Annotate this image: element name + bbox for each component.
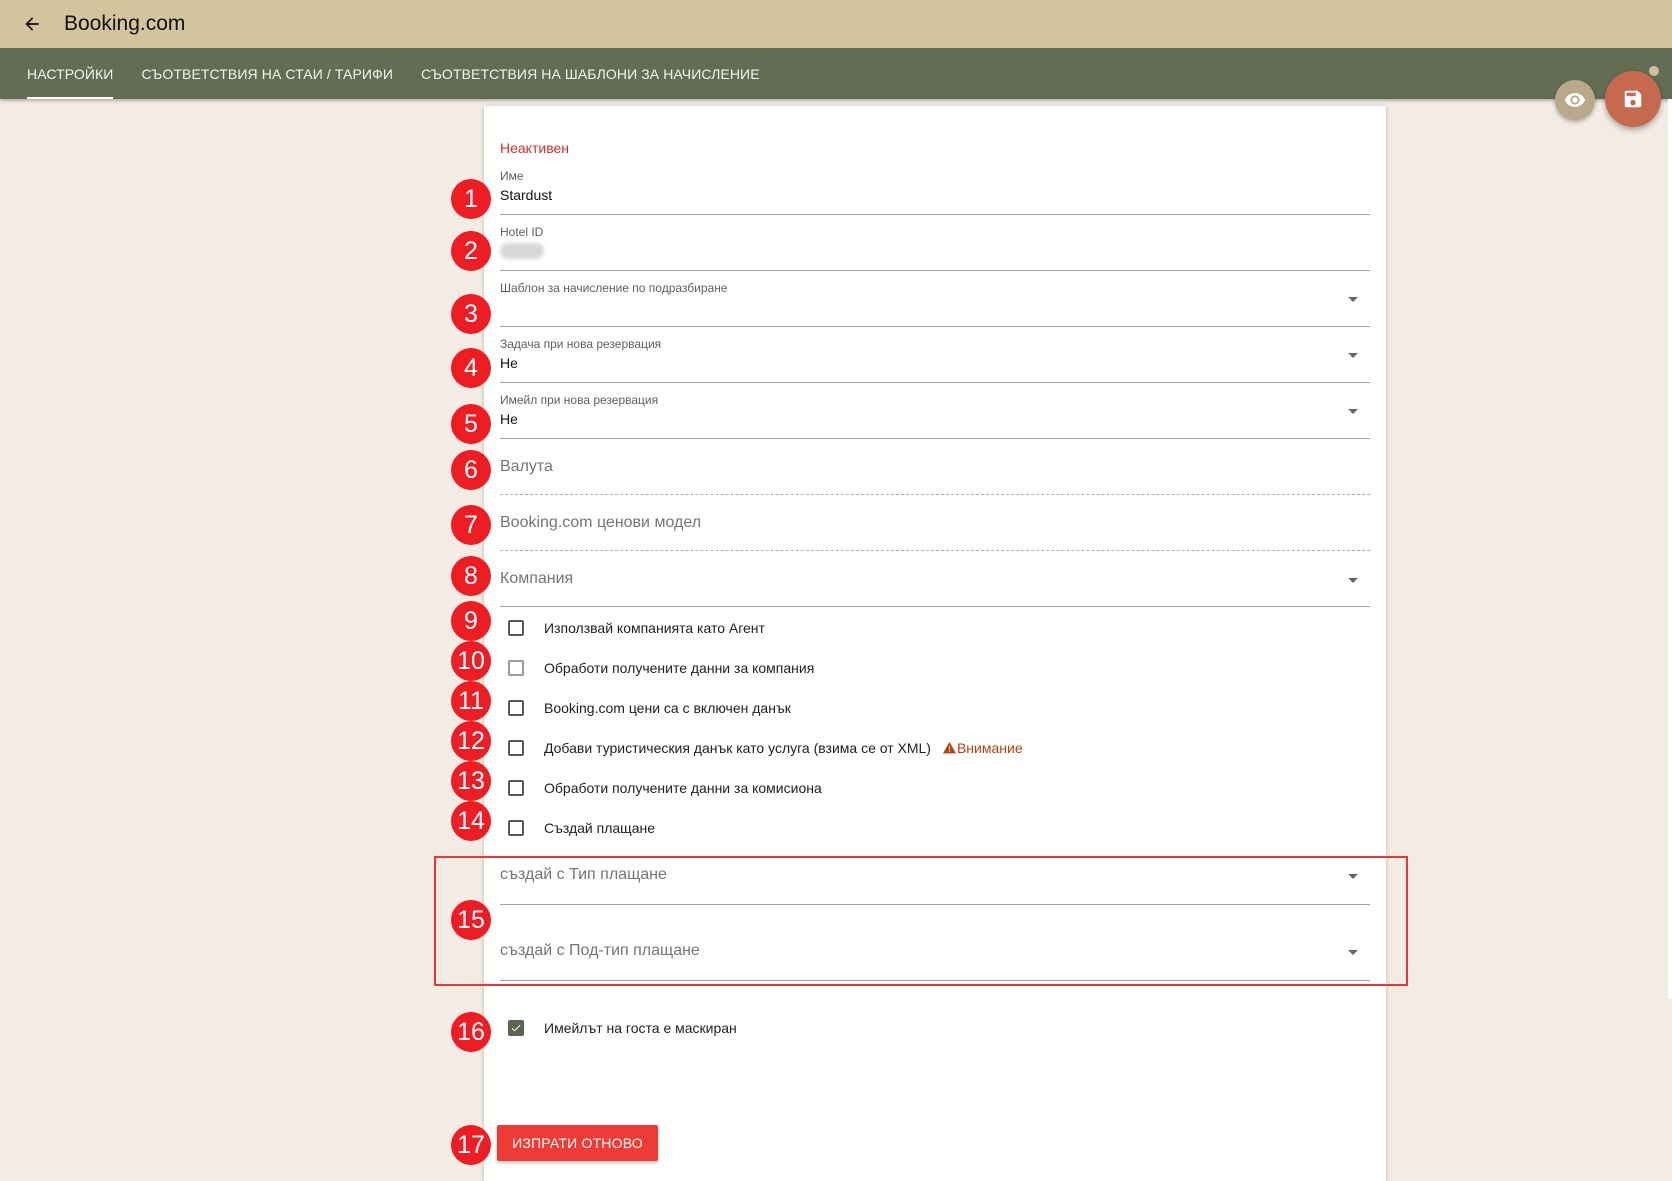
checkbox[interactable] bbox=[508, 620, 524, 636]
annotation-marker: 16 bbox=[451, 1012, 491, 1052]
price-model-field[interactable]: Booking.com ценови модел bbox=[500, 514, 1370, 551]
annotation-marker: 17 bbox=[451, 1125, 491, 1165]
email-new-reservation-underline bbox=[500, 438, 1370, 439]
charge-template-underline bbox=[500, 326, 1370, 327]
checkbox-row-tourist-tax-service[interactable]: Добави туристическия данък като услуга (… bbox=[508, 736, 1023, 760]
payment-subtype-placeholder: създай с Под-тип плащане bbox=[500, 942, 700, 959]
page-title: Booking.com bbox=[64, 12, 186, 35]
name-value: Stardust bbox=[500, 187, 553, 203]
preview-button[interactable] bbox=[1555, 80, 1595, 120]
checkbox-row-prices-include-tax[interactable]: Booking.com цени са с включен данък bbox=[508, 696, 791, 720]
warning-link[interactable]: Внимание bbox=[942, 740, 1023, 756]
annotation-marker: 3 bbox=[451, 294, 491, 334]
checkbox-label: Имейлът на госта е маскиран bbox=[544, 1020, 737, 1036]
annotation-marker: 9 bbox=[451, 601, 491, 641]
resend-button[interactable]: ИЗПРАТИ ОТНОВО bbox=[497, 1125, 658, 1161]
tab-room-rate-mappings[interactable]: СЪОТВЕТСТВИЯ НА СТАИ / ТАРИФИ bbox=[127, 48, 407, 99]
checkbox-row-process-company-data[interactable]: Обработи получените данни за компания bbox=[508, 656, 814, 680]
annotation-marker: 14 bbox=[451, 801, 491, 841]
checkbox-label: Booking.com цени са с включен данък bbox=[544, 700, 791, 716]
email-new-reservation-select[interactable]: Имейл при нова резервация Не bbox=[500, 391, 1370, 439]
checkbox-checked[interactable] bbox=[508, 1020, 524, 1036]
status-badge: Неактивен bbox=[500, 140, 569, 156]
unsaved-indicator-dot bbox=[1649, 66, 1659, 76]
hotel-id-redacted bbox=[500, 243, 544, 259]
currency-underline bbox=[500, 494, 1370, 495]
checkbox-row-process-commission[interactable]: Обработи получените данни за комисиона bbox=[508, 776, 822, 800]
eye-icon bbox=[1564, 93, 1586, 107]
annotation-marker: 5 bbox=[451, 404, 491, 444]
checkbox-row-company-as-agent[interactable]: Използвай компанията като Агент bbox=[508, 616, 765, 640]
annotation-marker: 15 bbox=[451, 900, 491, 940]
annotation-marker: 7 bbox=[451, 505, 491, 545]
chevron-down-icon bbox=[1348, 297, 1358, 302]
annotation-marker: 11 bbox=[451, 681, 491, 721]
company-underline bbox=[500, 606, 1370, 607]
task-new-reservation-value: Не bbox=[500, 355, 518, 371]
task-new-reservation-select[interactable]: Задача при нова резервация Не bbox=[500, 335, 1370, 383]
task-new-reservation-label: Задача при нова резервация bbox=[500, 337, 662, 351]
chevron-down-icon bbox=[1348, 409, 1358, 414]
name-field[interactable]: Име Stardust bbox=[500, 167, 1370, 215]
back-button[interactable] bbox=[8, 0, 56, 48]
charge-template-label: Шаблон за начисление по подразбиране bbox=[500, 281, 728, 295]
payment-type-placeholder: създай с Тип плащане bbox=[500, 866, 667, 883]
checkbox[interactable] bbox=[508, 660, 524, 676]
scrollbar-track bbox=[1668, 99, 1672, 999]
checkbox-label: Обработи получените данни за компания bbox=[544, 660, 815, 676]
annotation-marker: 1 bbox=[451, 179, 491, 219]
annotation-marker: 8 bbox=[451, 556, 491, 596]
currency-placeholder: Валута bbox=[500, 458, 553, 475]
chevron-down-icon bbox=[1348, 353, 1358, 358]
annotation-marker: 2 bbox=[451, 231, 491, 271]
app-bar: Booking.com bbox=[0, 0, 1672, 48]
warning-icon bbox=[942, 742, 956, 754]
currency-field[interactable]: Валута bbox=[500, 458, 1370, 495]
arrow-left-icon bbox=[25, 17, 39, 31]
task-new-reservation-underline bbox=[500, 382, 1370, 383]
warning-text: Внимание bbox=[956, 740, 1023, 756]
payment-type-select[interactable]: създай с Тип плащане bbox=[500, 866, 1370, 905]
annotation-marker: 6 bbox=[451, 450, 491, 490]
chevron-down-icon bbox=[1348, 578, 1358, 583]
payment-subtype-underline bbox=[500, 980, 1370, 981]
tab-bar: НАСТРОЙКИ СЪОТВЕТСТВИЯ НА СТАИ / ТАРИФИ … bbox=[0, 48, 1672, 99]
checkbox-label: Добави туристическия данък като услуга (… bbox=[544, 740, 931, 756]
floppy-disk-icon bbox=[1624, 90, 1642, 108]
hotel-id-field[interactable]: Hotel ID bbox=[500, 223, 1370, 271]
payment-type-underline bbox=[500, 904, 1370, 905]
company-select[interactable]: Компания bbox=[500, 570, 1370, 607]
checkbox[interactable] bbox=[508, 820, 524, 836]
email-new-reservation-value: Не bbox=[500, 411, 518, 427]
check-icon bbox=[511, 1024, 521, 1032]
checkbox[interactable] bbox=[508, 700, 524, 716]
checkbox[interactable] bbox=[508, 780, 524, 796]
save-button[interactable] bbox=[1605, 71, 1661, 127]
annotation-marker: 10 bbox=[451, 641, 491, 681]
checkbox-label: Използвай компанията като Агент bbox=[544, 620, 765, 636]
chevron-down-icon bbox=[1348, 950, 1358, 955]
annotation-marker: 12 bbox=[451, 721, 491, 761]
annotation-marker: 13 bbox=[451, 761, 491, 801]
price-model-underline bbox=[500, 550, 1370, 551]
checkbox-row-masked-email[interactable]: Имейлът на госта е маскиран bbox=[508, 1016, 737, 1040]
name-underline bbox=[500, 214, 1370, 215]
checkbox-label: Създай плащане bbox=[544, 820, 655, 836]
hotel-id-underline bbox=[500, 270, 1370, 271]
hotel-id-label: Hotel ID bbox=[500, 225, 544, 239]
tab-settings[interactable]: НАСТРОЙКИ bbox=[13, 48, 127, 99]
checkbox-row-create-payment[interactable]: Създай плащане bbox=[508, 816, 655, 840]
tab-charge-template-mappings[interactable]: СЪОТВЕТСТВИЯ НА ШАБЛОНИ ЗА НАЧИСЛЕНИЕ bbox=[407, 48, 774, 99]
price-model-placeholder: Booking.com ценови модел bbox=[500, 514, 702, 531]
email-new-reservation-label: Имейл при нова резервация bbox=[500, 393, 659, 407]
name-label: Име bbox=[500, 169, 524, 183]
chevron-down-icon bbox=[1348, 874, 1358, 879]
checkbox-label: Обработи получените данни за комисиона bbox=[544, 780, 822, 796]
company-placeholder: Компания bbox=[500, 570, 574, 587]
charge-template-select[interactable]: Шаблон за начисление по подразбиране bbox=[500, 279, 1370, 327]
annotation-marker: 4 bbox=[451, 348, 491, 388]
payment-subtype-select[interactable]: създай с Под-тип плащане bbox=[500, 942, 1370, 981]
checkbox[interactable] bbox=[508, 740, 524, 756]
